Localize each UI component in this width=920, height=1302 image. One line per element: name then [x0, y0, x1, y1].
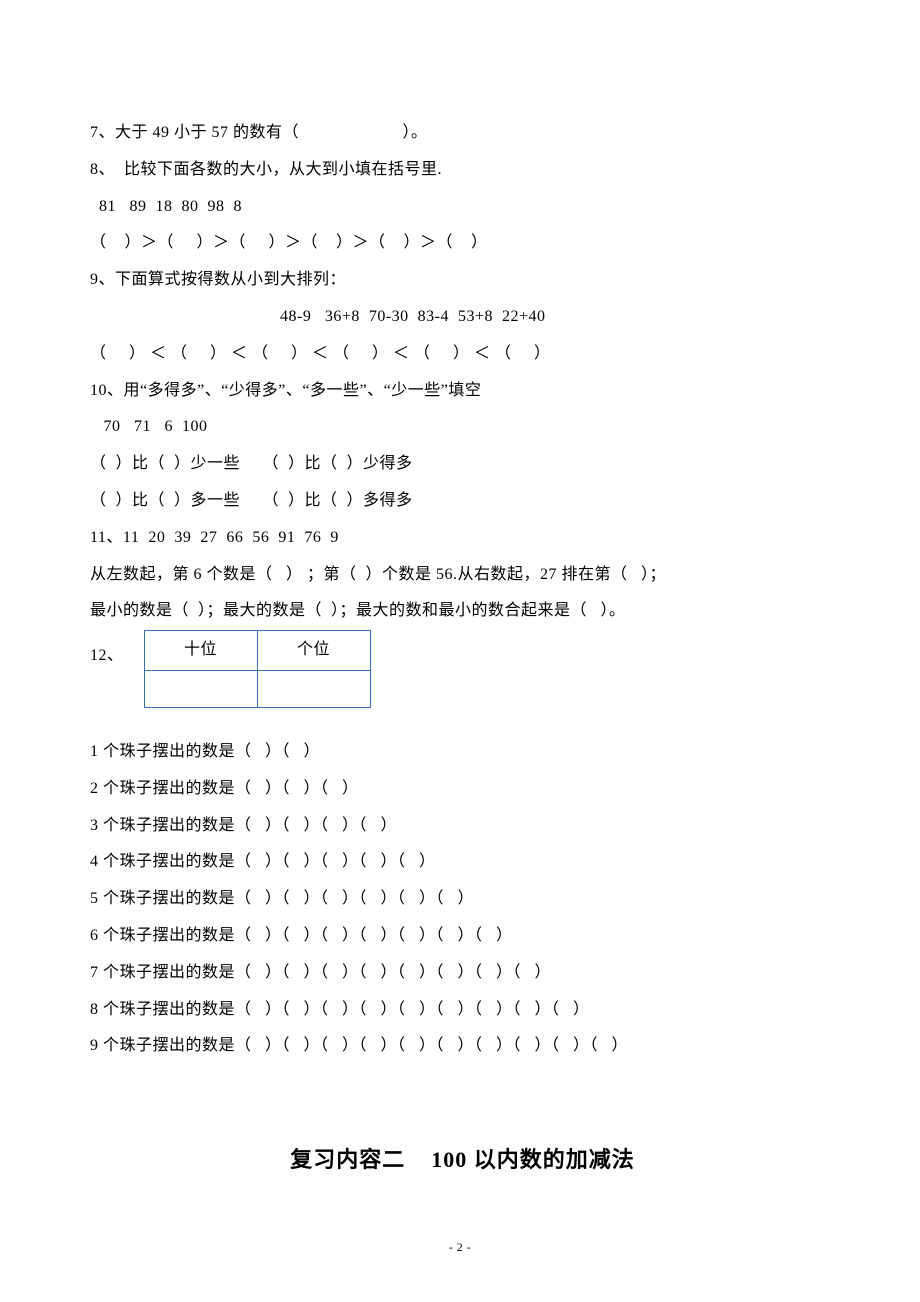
q7-line: 7、大于 49 小于 57 的数有（ ）。 — [90, 115, 835, 152]
q8-numbers: 81 89 18 80 98 8 — [90, 189, 835, 226]
beads-6: 6 个珠子摆出的数是（ ）（ ）（ ）（ ）（ ）（ ）（ ） — [90, 918, 835, 955]
beads-8: 8 个珠子摆出的数是（ ）（ ）（ ）（ ）（ ）（ ）（ ）（ ）（ ） — [90, 992, 835, 1029]
section-heading-2: 复习内容二 100 以内数的加减法 — [90, 1135, 835, 1186]
beads-3: 3 个珠子摆出的数是（ ）（ ）（ ）（ ） — [90, 808, 835, 845]
spacer — [90, 1065, 835, 1135]
tens-header: 十位 — [144, 631, 257, 671]
beads-5: 5 个珠子摆出的数是（ ）（ ）（ ）（ ）（ ）（ ） — [90, 881, 835, 918]
beads-7: 7 个珠子摆出的数是（ ）（ ）（ ）（ ）（ ）（ ）（ ）（ ） — [90, 955, 835, 992]
q9-intro: 9、下面算式按得数从小到大排列： — [90, 262, 835, 299]
q8-intro: 8、 比较下面各数的大小，从大到小填在括号里. — [90, 152, 835, 189]
page-number: - 2 - — [0, 1234, 920, 1262]
place-value-table: 十位 个位 — [144, 630, 371, 708]
tens-cell — [144, 670, 257, 707]
ones-header: 个位 — [257, 631, 370, 671]
beads-2: 2 个珠子摆出的数是（ ）（ ）（ ） — [90, 771, 835, 808]
q8-brackets: （ ）＞（ ）＞（ ）＞（ ）＞（ ）＞（ ） — [90, 225, 835, 262]
q11-line1: 从左数起，第 6 个数是（ ） ；第（ ）个数是 56.从右数起，27 排在第（… — [90, 557, 835, 594]
beads-4: 4 个珠子摆出的数是（ ）（ ）（ ）（ ）（ ） — [90, 844, 835, 881]
beads-1: 1 个珠子摆出的数是（ ）（ ） — [90, 734, 835, 771]
q12-row: 12、 十位 个位 — [90, 630, 835, 708]
q9-brackets: （ ） ＜ （ ） ＜ （ ） ＜ （ ） ＜ （ ） ＜ （ ） — [90, 336, 835, 373]
q10-intro: 10、用“多得多”、“少得多”、“多一些”、“少一些”填空 — [90, 373, 835, 410]
q12-label: 12、 — [90, 630, 124, 675]
ones-cell — [257, 670, 370, 707]
q9-expressions: 48-9 36+8 70-30 83-4 53+8 22+40 — [90, 299, 835, 336]
spacer — [90, 708, 835, 734]
q10-numbers: 70 71 6 100 — [90, 409, 835, 446]
worksheet-page: 7、大于 49 小于 57 的数有（ ）。 8、 比较下面各数的大小，从大到小填… — [0, 0, 920, 1302]
q10-row1: （ ）比（ ）少一些 （ ）比（ ）少得多 — [90, 446, 835, 483]
beads-9: 9 个珠子摆出的数是（ ）（ ）（ ）（ ）（ ）（ ）（ ）（ ）（ ）（ ） — [90, 1028, 835, 1065]
q10-row2: （ ）比（ ）多一些 （ ）比（ ）多得多 — [90, 483, 835, 520]
q11-line2: 最小的数是（ ）；最大的数是（ ）；最大的数和最小的数合起来是（ ）。 — [90, 593, 835, 630]
q11-numbers: 11、11 20 39 27 66 56 91 76 9 — [90, 520, 835, 557]
